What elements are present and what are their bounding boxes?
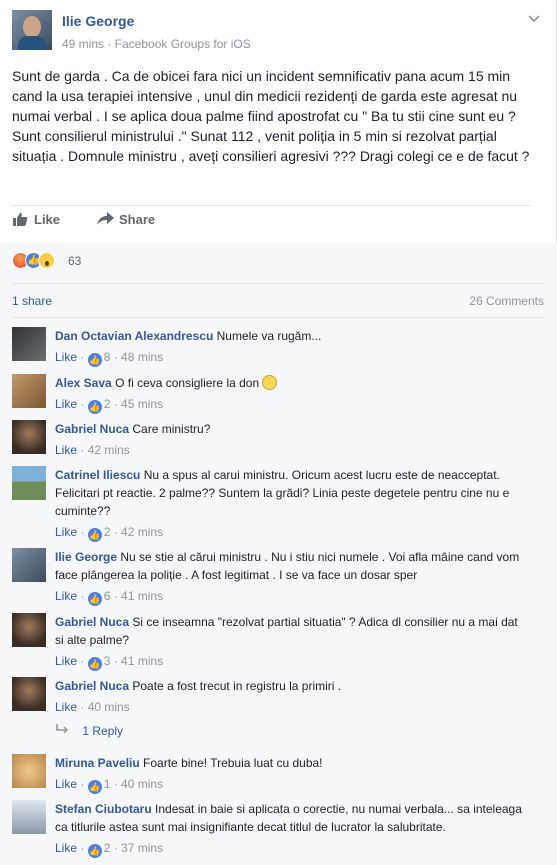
author-name[interactable]: Ilie George [62, 13, 134, 29]
shares-link[interactable]: 1 share [12, 294, 52, 308]
chevron-down-icon[interactable] [526, 10, 542, 26]
post-meta: 49 mins · Facebook Groups for iOS [62, 37, 251, 51]
commenter-name[interactable]: Catrinel Iliescu [55, 468, 140, 482]
post-card: Ilie George 49 mins · Facebook Groups fo… [0, 0, 557, 865]
like-label: Like [34, 212, 61, 227]
comment-like-button[interactable]: Like [55, 443, 77, 457]
commenter-avatar[interactable] [12, 677, 46, 711]
comment-like-count[interactable]: 2 [104, 397, 111, 411]
comment-like-count[interactable]: 6 [104, 589, 111, 603]
post-text: Sunt de garda . Ca de obicei fara nici u… [12, 68, 530, 164]
comment-like-count[interactable]: 8 [104, 350, 111, 364]
share-button[interactable]: Share [97, 212, 155, 227]
commenter-avatar[interactable] [12, 800, 46, 834]
comment-time[interactable]: 42 mins [121, 525, 163, 539]
commenter-avatar[interactable] [12, 548, 46, 582]
commenter-name[interactable]: Stefan Ciubotaru [55, 802, 152, 816]
comment-text: Poate a fost trecut in registru la primi… [132, 679, 342, 693]
like-count-icon: 👍 [87, 592, 102, 606]
comment-text: O fi ceva consigliere la don [115, 376, 260, 390]
author-avatar[interactable] [12, 10, 52, 50]
divider [12, 283, 544, 284]
comment-like-button[interactable]: Like [55, 841, 77, 855]
comment-like-button[interactable]: Like [55, 654, 77, 668]
commenter-name[interactable]: Gabriel Nuca [55, 615, 129, 629]
divider [12, 205, 531, 206]
like-button[interactable]: Like [12, 212, 60, 227]
like-count-icon: 👍 [87, 528, 102, 542]
divider [12, 317, 544, 318]
wow-reaction-icon [38, 252, 55, 269]
comment-text: Numele va rugăm... [216, 329, 322, 343]
commenter-name[interactable]: Miruna Paveliu [55, 756, 140, 770]
comment-time[interactable]: 48 mins [121, 350, 163, 364]
comment-like-count[interactable]: 3 [104, 654, 111, 668]
like-count-icon: 👍 [87, 353, 102, 367]
comment-like-count[interactable]: 2 [104, 841, 111, 855]
like-count-icon: 👍 [87, 400, 102, 414]
commenter-avatar[interactable] [12, 754, 46, 788]
comment-time[interactable]: 37 mins [121, 841, 163, 855]
thumbs-up-icon [12, 212, 28, 226]
comment-time[interactable]: 40 mins [121, 777, 163, 791]
comment-like-button[interactable]: Like [55, 350, 77, 364]
comment-time[interactable]: 41 mins [121, 654, 163, 668]
comments-count-link[interactable]: 26 Comments [469, 294, 544, 308]
commenter-name[interactable]: Ilie George [55, 550, 117, 564]
smiley-emoji-icon [262, 375, 278, 390]
comment-like-count[interactable]: 2 [104, 525, 111, 539]
comment-text: Care ministru? [132, 422, 211, 436]
like-count-icon: 👍 [87, 657, 102, 671]
comment-like-button[interactable]: Like [55, 525, 77, 539]
commenter-name[interactable]: Gabriel Nuca [55, 422, 129, 436]
commenter-avatar[interactable] [12, 374, 46, 408]
comment-like-button[interactable]: Like [55, 700, 77, 714]
like-count-icon: 👍 [87, 780, 102, 794]
share-label: Share [119, 212, 156, 227]
comment-time[interactable]: 45 mins [121, 397, 163, 411]
reactions-count: 63 [68, 254, 82, 268]
comment-like-count[interactable]: 1 [104, 777, 111, 791]
commenter-avatar[interactable] [12, 613, 46, 647]
comment-like-button[interactable]: Like [55, 777, 77, 791]
comment-text: Foarte bine! Trebuia luat cu duba! [143, 756, 323, 770]
comment-time[interactable]: 40 mins [88, 700, 130, 714]
comment-text: Nu se stie al cărui ministru . Nu i stiu… [55, 550, 520, 582]
commenter-avatar[interactable] [12, 420, 46, 454]
commenter-name[interactable]: Alex Sava [55, 376, 112, 390]
like-count-icon: 👍 [87, 844, 102, 858]
commenter-name[interactable]: Gabriel Nuca [55, 679, 129, 693]
post-header: Ilie George 49 mins · Facebook Groups fo… [12, 10, 542, 56]
reply-arrow-icon [55, 724, 82, 738]
commenter-name[interactable]: Dan Octavian Alexandrescu [55, 329, 213, 343]
share-arrow-icon [97, 212, 114, 226]
commenter-avatar[interactable] [12, 466, 46, 500]
reply-count: 1 Reply [82, 724, 124, 738]
view-replies-link[interactable]: 1 Reply [55, 724, 123, 738]
comment-like-button[interactable]: Like [55, 397, 77, 411]
comment-time[interactable]: 41 mins [121, 589, 163, 603]
comment-time[interactable]: 42 mins [88, 443, 130, 457]
commenter-avatar[interactable] [12, 327, 46, 361]
comment-like-button[interactable]: Like [55, 589, 77, 603]
